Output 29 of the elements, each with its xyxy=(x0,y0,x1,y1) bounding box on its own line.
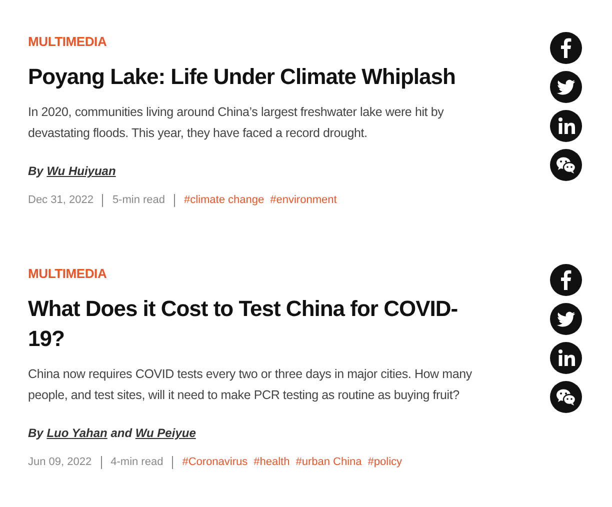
read-time: 5-min read xyxy=(112,193,166,208)
tag-link[interactable]: #Coronavirus xyxy=(182,454,248,470)
chat-bubbles-icon[interactable] xyxy=(550,149,582,181)
article-title[interactable]: What Does it Cost to Test China for COVID-19? xyxy=(28,294,483,354)
linkedin-icon[interactable] xyxy=(550,110,582,142)
author-link[interactable]: Luo Yahan xyxy=(46,426,108,440)
category-link[interactable]: MULTIMEDIA xyxy=(28,32,107,52)
author-link[interactable]: Wu Peiyue xyxy=(135,426,196,440)
chat-bubbles-icon[interactable] xyxy=(550,381,582,413)
facebook-icon[interactable] xyxy=(550,264,582,296)
bird-icon[interactable] xyxy=(550,303,582,335)
tag-link[interactable]: #health xyxy=(254,454,290,470)
tag-link[interactable]: #policy xyxy=(368,454,402,470)
facebook-icon[interactable] xyxy=(550,32,582,64)
article-summary: China now requires COVID tests every two or three days in major cities. How many people, and test sites, will it need to make PCR testing as routine as buying fruit? xyxy=(28,366,473,404)
byline: By Luo Yahan and Wu Peiyue xyxy=(28,425,197,442)
date: Dec 31, 2022 xyxy=(28,193,94,208)
byline: By Wu Huiyuan xyxy=(28,163,117,180)
tag-link[interactable]: #climate change xyxy=(184,192,264,208)
read-time: 4-min read xyxy=(110,455,164,470)
tag-link[interactable]: #urban China xyxy=(296,454,362,470)
tag-link[interactable]: #environment xyxy=(270,192,337,208)
date: Jun 09, 2022 xyxy=(28,455,92,470)
article-summary: In 2020, communities living around China’s largest freshwater lake were hit by devastating floods. This year, they have faced a record drought. xyxy=(28,104,445,142)
bird-icon[interactable] xyxy=(550,71,582,103)
linkedin-icon[interactable] xyxy=(550,342,582,374)
author-link[interactable]: Wu Huiyuan xyxy=(46,164,116,178)
article-title[interactable]: Poyang Lake: Life Under Climate Whiplash xyxy=(28,62,483,92)
category-link[interactable]: MULTIMEDIA xyxy=(28,264,107,284)
